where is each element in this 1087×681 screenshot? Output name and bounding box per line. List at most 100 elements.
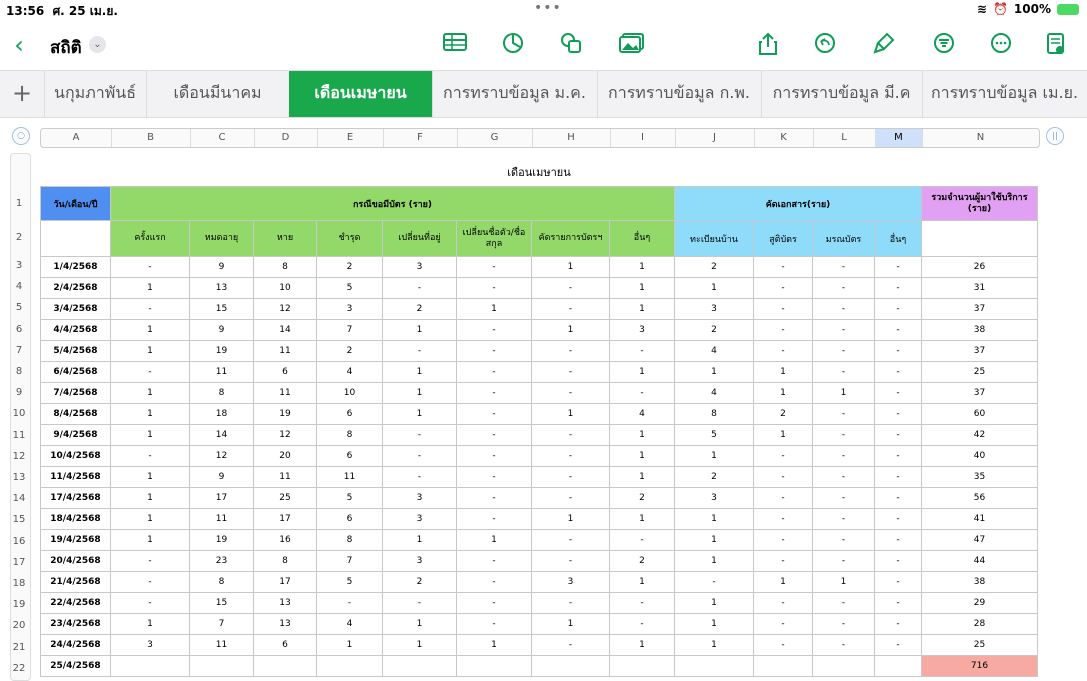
column-header[interactable]: D (254, 129, 318, 147)
total-cell[interactable]: 26 (921, 256, 1038, 278)
row-number[interactable]: 19 (10, 599, 28, 610)
table-cell[interactable]: 5 (316, 277, 383, 299)
table-cell[interactable]: - (812, 613, 875, 635)
title-menu-chevron-icon[interactable]: ⌄ (89, 36, 106, 53)
total-cell[interactable]: 41 (921, 508, 1038, 530)
column-header[interactable]: K (754, 129, 814, 147)
table-cell[interactable]: - (382, 277, 457, 299)
format-brush-icon[interactable] (871, 32, 897, 58)
table-cell[interactable]: 23 (189, 550, 254, 572)
table-cell[interactable]: - (456, 319, 532, 341)
table-cell[interactable]: - (874, 550, 922, 572)
total-cell[interactable]: 35 (921, 466, 1038, 488)
table-cell[interactable]: 2 (609, 550, 675, 572)
table-cell[interactable]: 12 (189, 445, 254, 467)
table-cell[interactable]: 3 (382, 508, 457, 530)
table-cell[interactable]: 1 (674, 613, 754, 635)
table-cell[interactable]: - (382, 424, 457, 446)
table-cell[interactable]: - (110, 256, 190, 278)
undo-icon[interactable] (812, 32, 838, 58)
table-cell[interactable]: 2 (609, 487, 675, 509)
table-cell[interactable]: - (531, 466, 610, 488)
table-cell[interactable]: 1 (753, 382, 813, 404)
table-cell[interactable]: 1 (609, 466, 675, 488)
table-cell[interactable]: - (812, 550, 875, 572)
column-header[interactable]: N (922, 129, 1039, 147)
table-cell[interactable]: 3 (531, 571, 610, 593)
date-header-cell[interactable]: วัน/เดือน/ปี (40, 186, 111, 221)
table-cell[interactable]: - (874, 634, 922, 656)
date-cell[interactable]: 23/4/2568 (40, 613, 111, 635)
table-cell[interactable]: 1 (382, 529, 457, 551)
table-cell[interactable]: - (531, 298, 610, 320)
date-cell[interactable]: 11/4/2568 (40, 466, 111, 488)
table-cell[interactable]: 3 (382, 256, 457, 278)
table-cell[interactable]: 11 (316, 466, 383, 488)
table-cell[interactable]: 1 (753, 361, 813, 383)
subheader-cell[interactable]: คัดรายการบัตรฯ (531, 220, 610, 257)
table-cell[interactable]: 6 (316, 445, 383, 467)
date-cell[interactable]: 5/4/2568 (40, 340, 111, 362)
table-cell[interactable]: - (531, 361, 610, 383)
column-header[interactable]: A (41, 129, 112, 147)
table-cell[interactable]: - (382, 340, 457, 362)
table-cell[interactable]: - (812, 277, 875, 299)
table-cell[interactable]: - (456, 508, 532, 530)
table-cell[interactable]: 1 (531, 403, 610, 425)
table-cell[interactable]: 3 (382, 550, 457, 572)
table-cell[interactable] (921, 220, 1038, 257)
table-cell[interactable]: - (753, 529, 813, 551)
table-cell[interactable]: - (456, 382, 532, 404)
table-cell[interactable]: - (874, 466, 922, 488)
documents-group-header[interactable]: คัดเอกสาร(ราย) (674, 186, 922, 221)
table-cell[interactable]: - (812, 529, 875, 551)
column-header[interactable]: C (190, 129, 255, 147)
table-cell[interactable]: 1 (382, 361, 457, 383)
table-cell[interactable]: 10 (316, 382, 383, 404)
table-cell[interactable]: - (812, 592, 875, 614)
table-cell[interactable]: 1 (753, 424, 813, 446)
table-cell[interactable]: 4 (609, 403, 675, 425)
tab-info-apr[interactable]: การทราบข้อมูล เม.ย. (922, 71, 1087, 117)
table-cell[interactable]: - (874, 592, 922, 614)
table-cell[interactable]: 2 (316, 256, 383, 278)
table-cell[interactable]: - (753, 340, 813, 362)
table-cell[interactable]: - (110, 592, 190, 614)
table-cell[interactable]: - (110, 550, 190, 572)
row-number[interactable]: 20 (10, 620, 28, 631)
table-cell[interactable] (609, 655, 675, 677)
table-cell[interactable] (316, 655, 383, 677)
date-cell[interactable]: 17/4/2568 (40, 487, 111, 509)
column-resize-handle-icon[interactable]: || (1046, 127, 1064, 145)
total-cell[interactable]: 60 (921, 403, 1038, 425)
date-cell[interactable]: 2/4/2568 (40, 277, 111, 299)
table-cell[interactable]: - (753, 592, 813, 614)
table-cell[interactable]: 11 (253, 340, 317, 362)
table-cell[interactable]: - (812, 445, 875, 467)
table-cell[interactable]: - (456, 445, 532, 467)
table-cell[interactable]: - (812, 340, 875, 362)
table-cell[interactable]: 1 (110, 403, 190, 425)
table-cell[interactable]: - (753, 613, 813, 635)
table-cell[interactable]: - (753, 487, 813, 509)
table-cell[interactable]: 16 (253, 529, 317, 551)
table-cell[interactable]: 1 (110, 508, 190, 530)
row-number[interactable]: 1 (10, 198, 28, 209)
table-cell[interactable]: 1 (609, 508, 675, 530)
table-cell[interactable] (40, 220, 111, 257)
table-cell[interactable]: - (531, 277, 610, 299)
table-cell[interactable]: - (382, 445, 457, 467)
table-cell[interactable]: 18 (189, 403, 254, 425)
table-cell[interactable]: 1 (382, 613, 457, 635)
date-cell[interactable]: 6/4/2568 (40, 361, 111, 383)
filter-icon[interactable] (931, 32, 957, 58)
chart-icon[interactable] (500, 32, 526, 58)
table-cell[interactable]: - (874, 571, 922, 593)
column-header[interactable]: H (532, 129, 611, 147)
total-cell[interactable]: 716 (921, 655, 1038, 677)
table-cell[interactable]: - (812, 634, 875, 656)
total-cell[interactable]: 38 (921, 571, 1038, 593)
table-cell[interactable]: 8 (253, 550, 317, 572)
table-cell[interactable]: 1 (609, 298, 675, 320)
total-cell[interactable]: 37 (921, 382, 1038, 404)
